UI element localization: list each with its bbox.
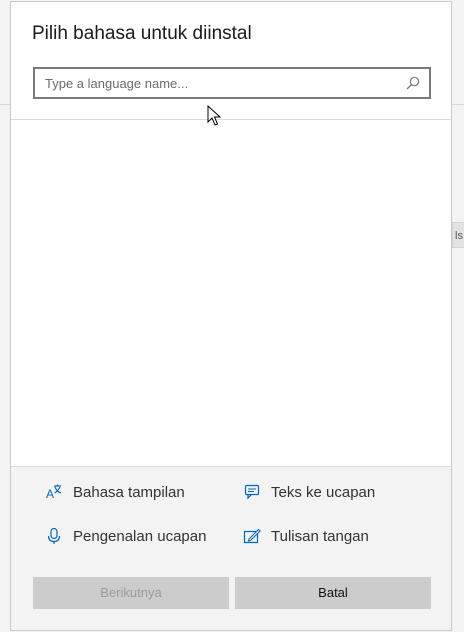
feature-label: Pengenalan ucapan xyxy=(73,527,207,545)
search-icon[interactable] xyxy=(405,75,421,91)
feature-label: Tulisan tangan xyxy=(271,527,369,545)
search-box[interactable] xyxy=(33,67,431,99)
dialog-footer: A Bahasa tampilan Teks ke ucapan Pengena… xyxy=(11,466,451,630)
display-language-icon: A xyxy=(46,484,62,501)
next-button[interactable]: Berikutnya xyxy=(33,577,229,609)
handwriting-icon xyxy=(243,528,261,544)
install-language-dialog: Pilih bahasa untuk diinstal A Bahasa tam… xyxy=(10,1,452,631)
feature-handwriting: Tulisan tangan xyxy=(243,527,369,545)
language-list[interactable] xyxy=(11,120,451,466)
feature-label: Teks ke ucapan xyxy=(271,483,376,501)
svg-text:A: A xyxy=(46,487,54,501)
feature-label: Bahasa tampilan xyxy=(73,483,185,501)
feature-text-to-speech: Teks ke ucapan xyxy=(243,483,375,501)
feature-display-language: A Bahasa tampilan xyxy=(45,483,185,502)
search-input[interactable] xyxy=(45,74,395,92)
screen: ls Pilih bahasa untuk diinstal A Bahas xyxy=(0,0,464,632)
mouse-cursor-icon xyxy=(207,105,221,126)
feature-speech-recognition: Pengenalan ucapan xyxy=(45,527,206,545)
cancel-button[interactable]: Batal xyxy=(235,577,431,609)
text-to-speech-icon xyxy=(244,484,260,500)
microphone-icon xyxy=(47,527,61,544)
dialog-title: Pilih bahasa untuk diinstal xyxy=(32,23,252,44)
background-partial-button: ls xyxy=(452,222,464,248)
